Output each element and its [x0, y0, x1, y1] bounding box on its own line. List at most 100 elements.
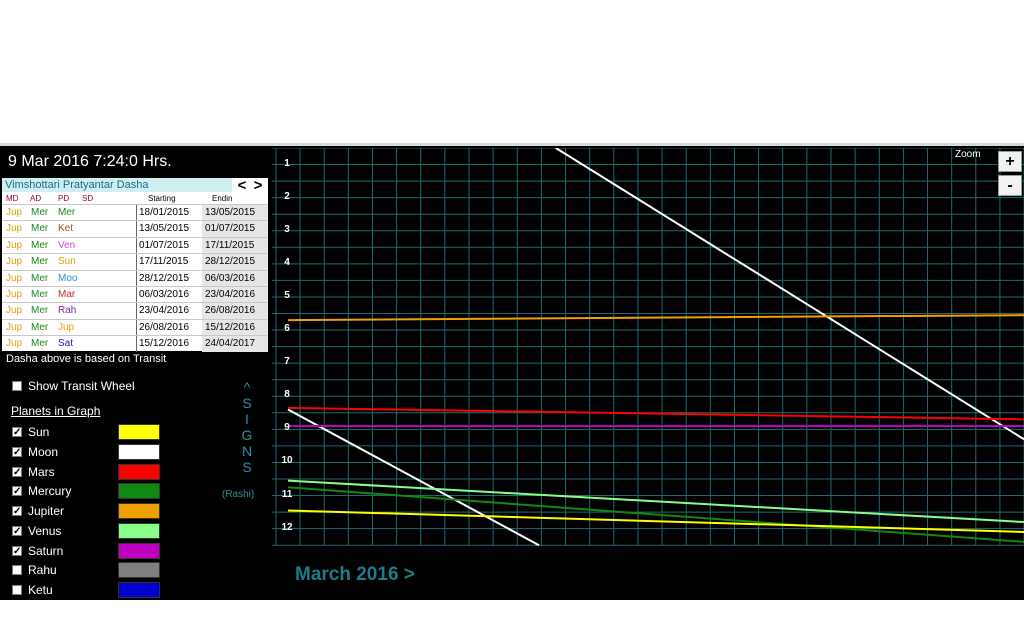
planet-label-mars: Mars [28, 464, 55, 479]
dasha-end-cell: 06/03/2016 [202, 270, 268, 287]
signs-letter: N [241, 443, 253, 459]
signs-letter: I [245, 411, 249, 427]
dasha-ad-cell: Mer [31, 223, 49, 235]
signs-up-arrow[interactable]: ^ [232, 379, 262, 395]
dasha-row[interactable]: Jup Mer Moo 28/12/2015 06/03/2016 [2, 269, 268, 287]
month-nav-label[interactable]: March 2016 > [295, 564, 415, 586]
rashi-label: (Rashi) [222, 489, 255, 500]
current-datetime: 9 Mar 2016 7:24:0 Hrs. [8, 153, 172, 170]
graph-background [272, 148, 1024, 552]
dasha-pd-cell: Rah [58, 305, 77, 317]
dasha-md-cell: Jup [6, 338, 23, 350]
zoom-out-button[interactable]: - [998, 175, 1022, 196]
dasha-row[interactable]: Jup Mer Sun 17/11/2015 28/12/2015 [2, 253, 268, 271]
dasha-start-cell: 06/03/2016 [136, 287, 203, 303]
dasha-pd-cell: Mar [58, 289, 76, 300]
planet-checkbox-mars[interactable]: ✓ [12, 466, 22, 477]
dasha-panel: Vimshottari Pratyantar Dasha < > MD AD P… [2, 178, 268, 353]
dasha-md-cell: Jup [6, 321, 23, 333]
dasha-ad-cell: Mer [31, 207, 49, 218]
show-transit-wheel-label: Show Transit Wheel [28, 379, 135, 393]
show-transit-wheel-checkbox[interactable] [12, 381, 22, 391]
dasha-row[interactable]: Jup Mer Ven 01/07/2015 17/11/2015 [2, 236, 268, 254]
planet-label-sun: Sun [28, 425, 50, 439]
planet-checkbox-venus[interactable]: ✓ [12, 525, 22, 536]
transit-graph[interactable]: 1234567891011121314151617181920212223242… [272, 148, 1024, 552]
dasha-start-cell: 26/08/2016 [136, 319, 203, 336]
col-starting: Starting [148, 194, 176, 203]
zoom-in-button[interactable]: + [998, 151, 1022, 172]
dasha-row[interactable]: Jup Mer Rah 23/04/2016 26/08/2016 [2, 302, 268, 320]
dasha-ad-cell: Mer [31, 256, 49, 268]
planet-label-venus: Venus [28, 523, 62, 538]
dasha-header-row: MD AD PD SD Starting Endin [2, 193, 268, 204]
dasha-end-cell: 15/12/2016 [202, 319, 268, 336]
dasha-md-cell: Jup [6, 207, 23, 218]
dasha-md-cell: Jup [6, 223, 23, 235]
dasha-note: Dasha above is based on Transit [6, 353, 167, 365]
dasha-row[interactable]: Jup Mer Mer 18/01/2015 13/05/2015 [2, 204, 268, 221]
sign-row-label: 7 [284, 356, 290, 368]
sign-row-label: 10 [281, 455, 293, 467]
sign-row-label: 1 [284, 157, 290, 169]
dasha-row[interactable]: Jup Mer Jup 26/08/2016 15/12/2016 [2, 318, 268, 336]
planet-color-swatch-saturn[interactable] [118, 542, 160, 559]
dasha-ad-cell: Mer [31, 289, 49, 300]
planet-color-swatch-mercury[interactable] [118, 483, 160, 500]
dasha-md-cell: Jup [6, 305, 23, 317]
col-ad: AD [30, 194, 42, 203]
dasha-md-cell: Jup [6, 289, 23, 300]
dasha-md-cell: Jup [6, 256, 23, 268]
dasha-pd-cell: Mer [58, 207, 76, 218]
planet-checkbox-moon[interactable]: ✓ [12, 446, 22, 457]
signs-letter: S [242, 459, 252, 475]
dasha-ad-cell: Mer [31, 338, 49, 350]
col-ending: Endin [212, 194, 233, 203]
planet-label-saturn: Saturn [28, 543, 64, 558]
planet-color-swatch-venus[interactable] [118, 522, 160, 539]
sign-row-label: 2 [284, 190, 290, 202]
dasha-start-cell: 18/01/2015 [136, 205, 203, 221]
planet-color-swatch-jupiter[interactable] [118, 503, 160, 519]
col-md: MD [6, 194, 19, 203]
planet-checkbox-ketu[interactable] [12, 585, 22, 595]
transit-graph-window: 9 Mar 2016 7:24:0 Hrs. Vimshottari Praty… [0, 143, 1024, 600]
planet-label-jupiter: Jupiter [28, 504, 65, 518]
dasha-end-cell: 23/04/2016 [202, 287, 268, 303]
dasha-pd-cell: Jup [58, 321, 75, 333]
planet-checkbox-saturn[interactable]: ✓ [12, 545, 22, 556]
planet-label-rahu: Rahu [28, 563, 57, 578]
dasha-md-cell: Jup [6, 239, 23, 251]
col-pd: PD [58, 194, 70, 203]
dasha-pd-cell: Sat [58, 338, 74, 350]
planet-checkbox-sun[interactable]: ✓ [12, 427, 22, 438]
planet-color-swatch-sun[interactable] [118, 424, 160, 440]
dasha-start-cell: 13/05/2015 [136, 221, 203, 238]
dasha-start-cell: 01/07/2015 [136, 237, 203, 254]
dasha-pd-cell: Ven [58, 239, 76, 251]
planet-checkbox-rahu[interactable] [12, 565, 22, 576]
sign-row-label: 6 [284, 323, 290, 335]
dasha-start-cell: 23/04/2016 [136, 303, 203, 320]
dasha-row[interactable]: Jup Mer Mar 06/03/2016 23/04/2016 [2, 286, 268, 303]
planet-color-swatch-ketu[interactable] [118, 582, 160, 598]
dasha-end-cell: 24/04/2017 [202, 336, 268, 353]
dasha-end-cell: 17/11/2015 [202, 237, 268, 254]
planet-checkbox-jupiter[interactable]: ✓ [12, 506, 22, 517]
dasha-start-cell: 17/11/2015 [136, 254, 203, 271]
dasha-row[interactable]: Jup Mer Ket 13/05/2015 01/07/2015 [2, 220, 268, 238]
planet-color-swatch-mars[interactable] [118, 463, 160, 480]
signs-letter: G [241, 427, 253, 443]
dasha-row[interactable]: Jup Mer Sat 15/12/2016 24/04/2017 [2, 335, 268, 353]
dasha-pd-cell: Moo [58, 272, 78, 284]
planet-color-swatch-moon[interactable] [118, 443, 160, 460]
dasha-pd-cell: Sun [58, 256, 76, 268]
dasha-end-cell: 01/07/2015 [202, 221, 268, 238]
sign-row-label: 3 [284, 223, 290, 235]
signs-letter: S [242, 395, 252, 411]
sign-row-label: 4 [284, 256, 290, 268]
planet-label-mercury: Mercury [28, 484, 72, 499]
planet-checkbox-mercury[interactable]: ✓ [12, 486, 22, 497]
sign-row-label: 12 [281, 521, 293, 533]
planet-color-swatch-rahu[interactable] [118, 562, 160, 579]
